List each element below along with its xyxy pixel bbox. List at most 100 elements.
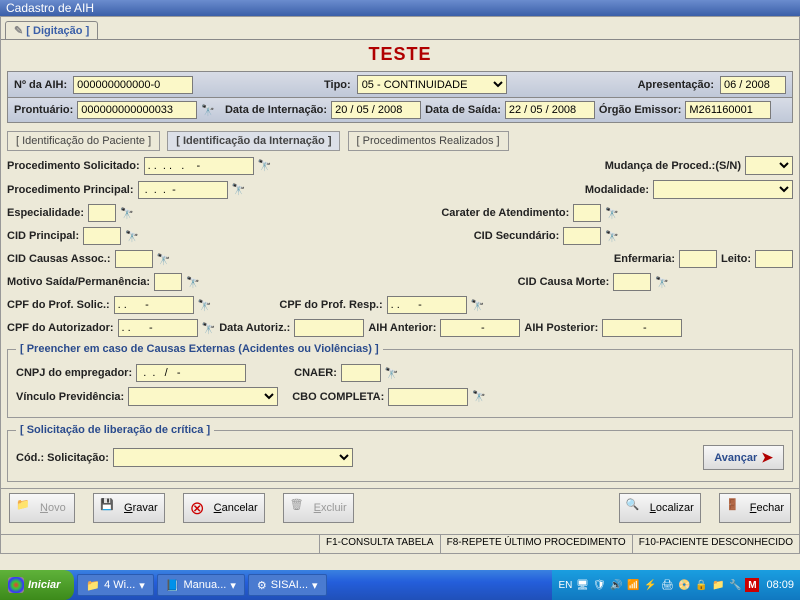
folder-icon: 📁 [86, 579, 100, 592]
binoculars-icon[interactable]: 🔭 [471, 299, 485, 312]
cpf-autorizador-label: CPF do Autorizador: [7, 322, 114, 334]
binoculars-icon[interactable]: 🔭 [385, 367, 399, 380]
fechar-button[interactable]: 🚪Fechar [719, 493, 791, 523]
cpf-autorizador-field[interactable] [118, 319, 198, 337]
motivo-field[interactable] [154, 273, 182, 291]
cid-principal-field[interactable] [83, 227, 121, 245]
tipo-select[interactable]: 05 - CONTINUIDADE [357, 75, 507, 94]
status-f10: F10-PACIENTE DESCONHECIDO [632, 535, 799, 553]
emissor-field[interactable] [685, 101, 771, 119]
binoculars-icon[interactable]: 🔭 [198, 299, 212, 312]
data-internacao-label: Data de Internação: [225, 104, 327, 116]
cid-secundario-field[interactable] [563, 227, 601, 245]
toolbar: 📁NNovoovo 💾Gravar ⊗Cancelar 🗑Excluir 🔍Lo… [1, 488, 799, 527]
tray-icon[interactable]: 🔊 [609, 578, 623, 592]
binoculars-icon[interactable]: 🔭 [605, 230, 619, 243]
emissor-label: Órgão Emissor: [599, 104, 682, 116]
cancelar-button[interactable]: ⊗Cancelar [183, 493, 265, 523]
localizar-button[interactable]: 🔍Localizar [619, 493, 701, 523]
modalidade-label: Modalidade: [585, 184, 649, 196]
tipo-label: Tipo: [324, 79, 351, 91]
header-row1: Nº da AIH: Tipo: 05 - CONTINUIDADE Apres… [7, 71, 793, 98]
binoculars-icon[interactable]: 🔭 [472, 390, 486, 403]
mudanca-proced-select[interactable] [745, 156, 793, 175]
cod-solicitacao-label: Cód.: Solicitação: [16, 452, 109, 464]
binoculars-icon[interactable]: 🔭 [120, 207, 134, 220]
binoculars-icon[interactable]: 🔭 [157, 253, 171, 266]
cnaer-field[interactable] [341, 364, 381, 382]
tab-digitacao[interactable]: [ Digitação ] [5, 21, 98, 39]
cbo-field[interactable] [388, 388, 468, 406]
tray-icon[interactable]: ⚡ [643, 578, 657, 592]
aih-anterior-field[interactable] [440, 319, 520, 337]
binoculars-icon[interactable]: 🔭 [201, 104, 215, 117]
task-item-3[interactable]: ⚙SISAI...▾ [248, 574, 327, 596]
excluir-button[interactable]: 🗑Excluir [283, 493, 354, 523]
task-item-2[interactable]: 📘Manua...▾ [157, 574, 245, 596]
tray-icon[interactable]: 📁 [711, 578, 725, 592]
tray-icon[interactable]: 📶 [626, 578, 640, 592]
word-icon: 📘 [166, 579, 180, 592]
vinculo-select[interactable] [128, 387, 278, 406]
modalidade-select[interactable] [653, 180, 793, 199]
apresentacao-field[interactable] [720, 76, 786, 94]
binoculars-icon[interactable]: 🔭 [258, 159, 272, 172]
cid-morte-label: CID Causa Morte: [518, 276, 610, 288]
folder-new-icon: 📁 [16, 498, 36, 518]
apresentacao-label: Apresentação: [638, 79, 714, 91]
data-saida-label: Data de Saída: [425, 104, 501, 116]
cod-solicitacao-select[interactable] [113, 448, 353, 467]
task-item-1[interactable]: 📁4 Wi...▾ [77, 574, 153, 596]
enfermaria-field[interactable] [679, 250, 717, 268]
data-saida-field[interactable] [505, 101, 595, 119]
binoculars-icon[interactable]: 🔭 [232, 183, 246, 196]
cnpj-field[interactable] [136, 364, 246, 382]
tray-icon[interactable]: 🖥 [575, 578, 589, 592]
binoculars-icon[interactable]: 🔭 [605, 207, 619, 220]
lang-indicator[interactable]: EN [558, 578, 572, 592]
cnpj-label: CNPJ do empregador: [16, 367, 132, 379]
proc-principal-field[interactable] [138, 181, 228, 199]
tray-icon[interactable]: 🔧 [728, 578, 742, 592]
delete-icon: 🗑 [290, 498, 310, 518]
cbo-label: CBO COMPLETA: [292, 391, 384, 403]
cpf-resp-field[interactable] [387, 296, 467, 314]
binoculars-icon[interactable]: 🔭 [202, 322, 216, 335]
section-tabs: [ Identificação do Paciente ] [ Identifi… [7, 131, 793, 151]
gravar-button[interactable]: 💾Gravar [93, 493, 165, 523]
cpf-solic-label: CPF do Prof. Solic.: [7, 299, 110, 311]
tab-procedimentos-realizados[interactable]: [ Procedimentos Realizados ] [348, 131, 509, 151]
leito-field[interactable] [755, 250, 793, 268]
tab-identificacao-internacao[interactable]: [ Identificação da Internação ] [167, 131, 340, 151]
cid-morte-field[interactable] [613, 273, 651, 291]
clock: 08:09 [766, 579, 794, 591]
cpf-solic-field[interactable] [114, 296, 194, 314]
binoculars-icon[interactable]: 🔭 [655, 276, 669, 289]
carater-label: Carater de Atendimento: [441, 207, 569, 219]
tray-icon[interactable]: 🖨 [660, 578, 674, 592]
window-title: Cadastro de AIH [0, 0, 800, 16]
binoculars-icon[interactable]: 🔭 [186, 276, 200, 289]
search-icon: 🔍 [626, 498, 646, 518]
naih-field[interactable] [73, 76, 193, 94]
proc-solicitado-field[interactable] [144, 157, 254, 175]
carater-field[interactable] [573, 204, 601, 222]
tray-icon[interactable]: 📀 [677, 578, 691, 592]
start-button[interactable]: Iniciar [0, 570, 74, 600]
binoculars-icon[interactable]: 🔭 [125, 230, 139, 243]
cid-causas-assoc-field[interactable] [115, 250, 153, 268]
data-autoriz-field[interactable] [294, 319, 364, 337]
aih-posterior-field[interactable] [602, 319, 682, 337]
novo-button[interactable]: 📁NNovoovo [9, 493, 75, 523]
prontuario-field[interactable] [77, 101, 197, 119]
windows-logo-icon [8, 577, 24, 593]
tray-icon[interactable]: M [745, 578, 759, 592]
tray-icon[interactable]: 🛡 [592, 578, 606, 592]
especialidade-field[interactable] [88, 204, 116, 222]
avancar-button[interactable]: Avançar➤ [703, 445, 784, 470]
cid-principal-label: CID Principal: [7, 230, 79, 242]
tab-identificacao-paciente[interactable]: [ Identificação do Paciente ] [7, 131, 160, 151]
tray-icon[interactable]: 🔒 [694, 578, 708, 592]
data-internacao-field[interactable] [331, 101, 421, 119]
cid-causas-assoc-label: CID Causas Assoc.: [7, 253, 111, 265]
